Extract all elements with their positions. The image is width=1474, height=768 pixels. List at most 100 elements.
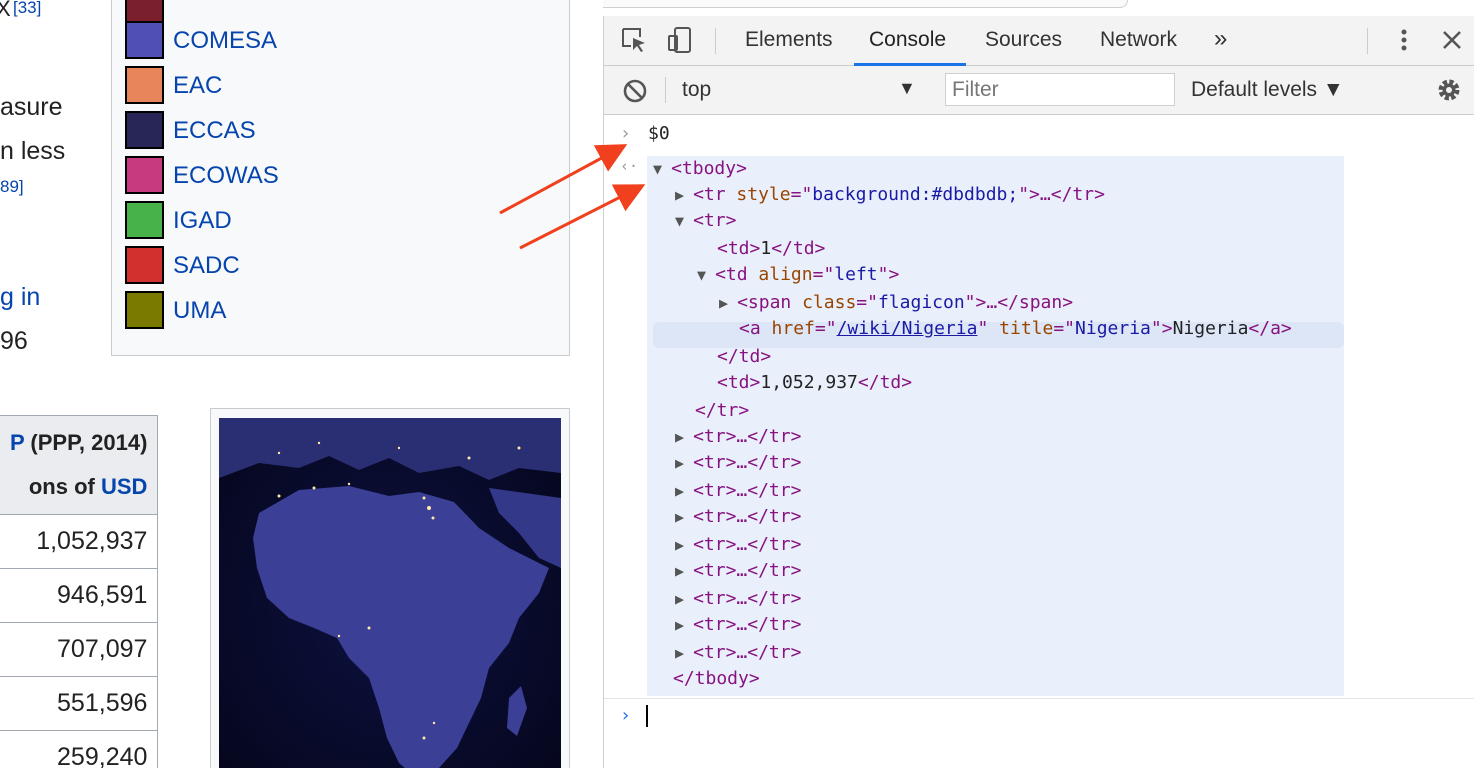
table-row: 1,052,937: [0, 514, 159, 569]
tag-punctuation: ": [977, 318, 1000, 339]
africa-night-map-thumb[interactable]: [210, 408, 570, 768]
toolbar-divider: [1367, 28, 1368, 54]
expand-triangle-closed-icon[interactable]: ▶: [675, 186, 693, 204]
tag: …</span>: [986, 292, 1074, 313]
tree-line-td3[interactable]: <td>1,052,937</td>: [717, 372, 912, 394]
legend-label-link[interactable]: ECCAS: [173, 117, 256, 145]
tree-line-collapsed-row[interactable]: ▶ <tr>…</tr>: [675, 426, 801, 448]
expand-triangle-closed-icon[interactable]: ▶: [675, 482, 693, 500]
console-prompt-chevron-icon: ›: [620, 705, 631, 726]
tree-line-collapsed-row[interactable]: ▶ <tr>…</tr>: [675, 588, 801, 610]
tag: <tr>…</tr>: [693, 534, 802, 555]
tbody-open-tag: <tbody>: [671, 158, 747, 179]
device-toolbar-icon[interactable]: [666, 26, 694, 54]
legend-label-link[interactable]: EAC: [173, 72, 222, 100]
tag: …</tr>: [1039, 184, 1105, 205]
text-node: Nigeria: [1172, 318, 1249, 339]
tree-line-header-row[interactable]: ▶ <tr style="background:#dbdbdb;">…</tr>: [675, 184, 1105, 206]
tree-line-span[interactable]: ▶ <span class="flagicon">…</span>: [719, 292, 1073, 314]
tree-line-td2[interactable]: ▼ <td align="left">: [697, 264, 899, 286]
tree-line-anchor[interactable]: <a href="/wiki/Nigeria" title="Nigeria">…: [739, 318, 1292, 340]
tag-punctuation: =": [790, 184, 813, 205]
expand-triangle-closed-icon[interactable]: ▶: [675, 454, 693, 472]
tree-line-collapsed-row[interactable]: ▶ <tr>…</tr>: [675, 614, 801, 636]
expand-triangle-closed-icon[interactable]: ▶: [675, 562, 693, 580]
expand-triangle-closed-icon[interactable]: ▶: [675, 590, 693, 608]
inspect-element-icon[interactable]: [620, 26, 648, 54]
expand-triangle-closed-icon[interactable]: ▶: [675, 428, 693, 446]
more-tabs-button[interactable]: »: [1214, 25, 1227, 53]
tree-line-td1[interactable]: <td>1</td>: [717, 238, 825, 260]
tbody-close-tag: </tbody>: [673, 668, 760, 689]
tag: <tr>: [693, 210, 737, 231]
tree-line-collapsed-row[interactable]: ▶ <tr>…</tr>: [675, 642, 801, 664]
expand-triangle-closed-icon[interactable]: ▶: [719, 294, 737, 312]
gdp-header-link[interactable]: P: [10, 430, 24, 455]
console-input-echo: $0: [648, 123, 670, 144]
legend-label-link[interactable]: SADC: [173, 252, 240, 280]
tag: <td>: [717, 372, 761, 393]
nigeria-href-link[interactable]: /wiki/Nigeria: [837, 318, 978, 339]
text-node: 1,052,937: [760, 372, 858, 393]
tree-line-collapsed-row[interactable]: ▶ <tr>…</tr>: [675, 534, 801, 556]
gdp-value-cell: 707,097: [0, 622, 159, 677]
tree-line-collapsed-row[interactable]: ▶ <tr>…</tr>: [675, 506, 801, 528]
tree-line-tr-open[interactable]: ▼ <tr>: [675, 210, 736, 232]
expand-triangle-open-icon[interactable]: ▼: [697, 266, 715, 284]
attr-value: Nigeria: [1075, 318, 1151, 339]
tab-console[interactable]: Console: [869, 28, 946, 52]
wikipedia-page: X [33] asure n less 89] g in 96 COMESA EA…: [0, 0, 603, 768]
filter-input[interactable]: [945, 73, 1175, 106]
citation-link[interactable]: [33]: [13, 0, 41, 18]
legend-label-link[interactable]: UMA: [173, 297, 226, 325]
chevron-down-icon[interactable]: ▼: [898, 78, 916, 99]
tag: <tr>…</tr>: [693, 480, 802, 501]
tag: <span: [737, 292, 803, 313]
tag-punctuation: =": [1053, 318, 1076, 339]
tree-line-tbody[interactable]: ▼ <tbody>: [653, 158, 747, 180]
expand-triangle-closed-icon[interactable]: ▶: [675, 508, 693, 526]
tab-elements[interactable]: Elements: [745, 28, 833, 52]
tag-punctuation: ">: [877, 264, 900, 285]
close-icon[interactable]: [1438, 26, 1466, 54]
gdp-value-cell: 946,591: [0, 568, 159, 623]
tag: </tr>: [695, 400, 750, 421]
tree-line-tr-close[interactable]: </tr>: [695, 400, 749, 422]
tag: <tr>…</tr>: [693, 452, 802, 473]
tag: </td>: [857, 372, 913, 393]
tree-line-collapsed-row[interactable]: ▶ <tr>…</tr>: [675, 560, 801, 582]
context-selector[interactable]: top: [682, 78, 711, 102]
expand-triangle-closed-icon[interactable]: ▶: [675, 536, 693, 554]
expand-triangle-closed-icon[interactable]: ▶: [675, 616, 693, 634]
tag: <tr>…</tr>: [693, 588, 802, 609]
console-result[interactable]: ▼ <tbody> ▶ <tr style="background:#dbdbdb…: [647, 156, 1344, 696]
tag: <a: [739, 318, 772, 339]
log-levels-dropdown[interactable]: Default levels ▼: [1191, 78, 1344, 102]
expand-triangle-closed-icon[interactable]: ▶: [675, 644, 693, 662]
clear-console-icon[interactable]: [621, 77, 649, 105]
gear-icon[interactable]: [1435, 76, 1463, 104]
tree-line-tbody-close[interactable]: </tbody>: [673, 668, 760, 690]
usd-link[interactable]: USD: [101, 474, 147, 499]
tree-line-collapsed-row[interactable]: ▶ <tr>…</tr>: [675, 480, 801, 502]
kebab-menu-icon[interactable]: [1390, 26, 1418, 54]
legend-label-link[interactable]: IGAD: [173, 207, 232, 235]
expand-triangle-open-icon[interactable]: ▼: [653, 160, 671, 178]
citation-link[interactable]: 89]: [0, 177, 24, 197]
article-link[interactable]: g in: [0, 283, 40, 312]
console-input-caret[interactable]: [646, 705, 648, 727]
result-arrow-icon: ‹·: [620, 157, 639, 175]
attr-value: flagicon: [877, 292, 965, 313]
tag: </td>: [717, 346, 772, 367]
table-row: 946,591: [0, 568, 159, 623]
toolbar-divider: [665, 77, 666, 103]
tree-line-td2-close[interactable]: </td>: [717, 346, 771, 368]
tag: <tr>…</tr>: [693, 506, 802, 527]
expand-triangle-open-icon[interactable]: ▼: [675, 212, 693, 230]
tab-network[interactable]: Network: [1100, 28, 1177, 52]
tree-line-collapsed-row[interactable]: ▶ <tr>…</tr>: [675, 452, 801, 474]
legend-label-link[interactable]: COMESA: [173, 27, 277, 55]
legend-label-link[interactable]: ECOWAS: [173, 162, 279, 190]
table-row: 259,240: [0, 730, 159, 768]
tab-sources[interactable]: Sources: [985, 28, 1062, 52]
